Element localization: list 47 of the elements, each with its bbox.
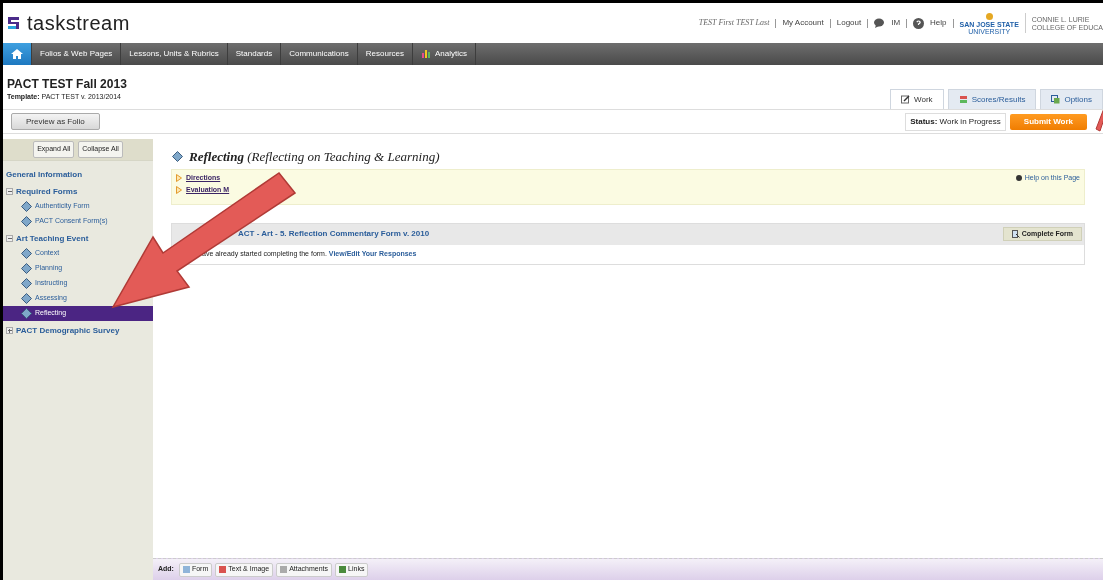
- help-icon: [1015, 174, 1022, 181]
- header-link[interactable]: Logout: [836, 17, 862, 29]
- collapse-icon[interactable]: [6, 235, 13, 242]
- page-title: PACT TEST Fall 2013: [7, 77, 127, 92]
- preview-button[interactable]: Preview as Folio: [11, 113, 100, 130]
- bar-chart-icon: [421, 49, 431, 59]
- header-link[interactable]: My Account: [782, 17, 824, 29]
- sidebar-heading[interactable]: Required Forms: [16, 185, 78, 198]
- nav-tab[interactable]: Standards: [227, 43, 282, 65]
- sun-icon: [984, 11, 994, 21]
- nav-tab[interactable]: Resources: [357, 43, 413, 65]
- diamond-icon: [21, 263, 32, 274]
- diamond-icon: [21, 201, 32, 212]
- sidebar-heading[interactable]: General Information: [6, 168, 82, 181]
- diamond-icon: [21, 293, 32, 304]
- home-tab[interactable]: [3, 43, 32, 65]
- header-link[interactable]: Help: [930, 17, 947, 29]
- diamond-icon: [21, 278, 32, 289]
- diamond-icon: [172, 151, 183, 163]
- collapse-icon[interactable]: [6, 188, 13, 195]
- tab[interactable]: Scores/Results: [947, 89, 1037, 109]
- sidebar-heading[interactable]: PACT Demographic Survey: [16, 324, 120, 337]
- tab[interactable]: Options: [1040, 89, 1103, 109]
- logo-icon: [7, 15, 21, 31]
- header-link[interactable]: IM: [891, 17, 901, 29]
- user-name: TEST First TEST Last: [698, 17, 770, 29]
- section-title: Reflecting (Reflecting on Teaching & Learning): [189, 148, 440, 166]
- sidebar-heading[interactable]: Art Teaching Event: [16, 232, 89, 245]
- diamond-icon: [21, 248, 32, 259]
- home-icon: [11, 49, 23, 59]
- nav-tab[interactable]: Communications: [281, 43, 358, 65]
- chat-icon: [874, 18, 886, 28]
- form-title: ACT - Art - 5. Reflection Commentary Form v. 2010: [238, 228, 430, 240]
- pencil-icon: [901, 95, 911, 104]
- diamond-icon: [21, 216, 32, 227]
- status-label: Status: Work in Progress: [905, 112, 1006, 131]
- diamond-icon: [21, 308, 32, 319]
- nav-tab[interactable]: Lessons, Units & Rubrics: [121, 43, 228, 65]
- form-icon: [1011, 230, 1020, 238]
- expand-icon[interactable]: [6, 327, 13, 334]
- nav-tab[interactable]: Folios & Web Pages: [32, 43, 122, 65]
- help-icon: [913, 17, 925, 29]
- logo[interactable]: taskstream: [27, 8, 130, 38]
- nav-tab[interactable]: Analytics: [413, 43, 477, 65]
- tab[interactable]: Work: [890, 89, 944, 109]
- scores-icon: [958, 95, 968, 104]
- options-icon: [1051, 95, 1061, 104]
